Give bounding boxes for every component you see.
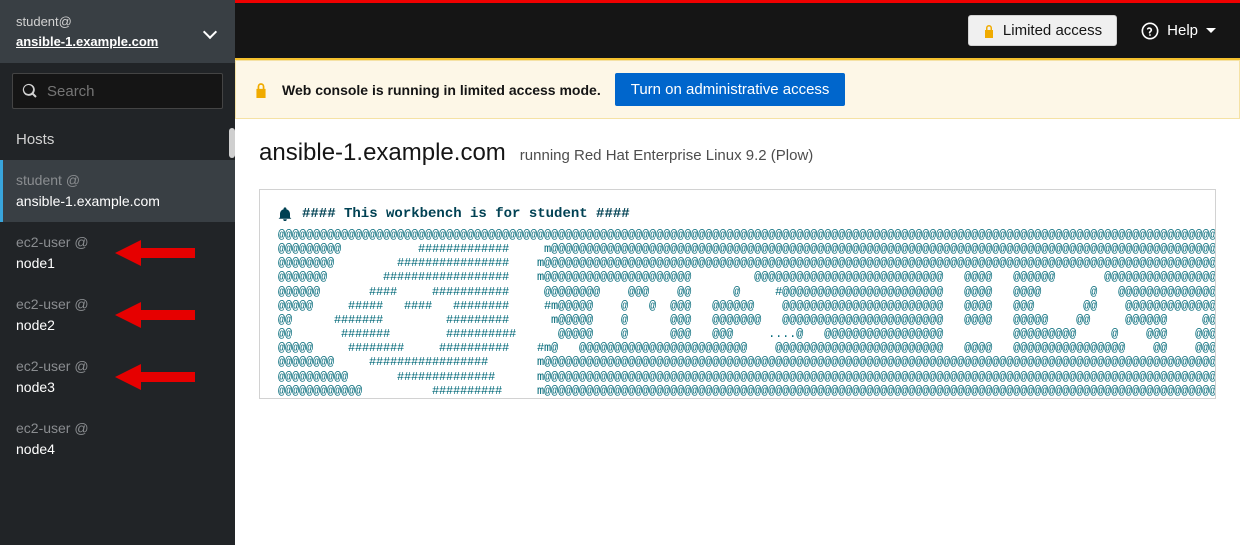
motd-panel: #### This workbench is for student #### … xyxy=(259,189,1216,399)
current-user: student@ xyxy=(16,12,158,32)
search-input[interactable] xyxy=(12,73,223,109)
sidebar: student@ ansible-1.example.com Hosts stu… xyxy=(0,0,235,545)
help-label: Help xyxy=(1167,22,1198,39)
host-item-host: node1 xyxy=(16,253,219,274)
host-item-host: node4 xyxy=(16,439,219,460)
host-item-user: ec2-user @ xyxy=(16,418,219,439)
host-item-host: node2 xyxy=(16,315,219,336)
lock-icon xyxy=(254,82,268,98)
lock-icon xyxy=(983,24,995,38)
host-item-host: node3 xyxy=(16,377,219,398)
host-item-user: ec2-user @ xyxy=(16,356,219,377)
host-item-node3[interactable]: ec2-user @ node3 xyxy=(0,346,235,408)
motd-ascii-art: @@@@@@@@@@@@@@@@@@@@@@@@@@@@@@@@@@@@@@@@… xyxy=(278,228,1197,398)
limited-access-label: Limited access xyxy=(1003,22,1102,39)
search-icon xyxy=(22,83,38,99)
turn-on-admin-button[interactable]: Turn on administrative access xyxy=(615,73,846,106)
host-item-host: ansible-1.example.com xyxy=(16,191,219,212)
current-host: ansible-1.example.com xyxy=(16,32,158,52)
host-item-user: student @ xyxy=(16,170,219,191)
page-title: ansible-1.example.com xyxy=(259,139,506,167)
hosts-section-label: Hosts xyxy=(0,119,235,160)
topbar: Limited access Help xyxy=(235,0,1240,60)
limited-access-alert: Web console is running in limited access… xyxy=(235,60,1240,119)
host-item-node4[interactable]: ec2-user @ node4 xyxy=(0,408,235,470)
caret-down-icon xyxy=(1206,28,1216,33)
chevron-down-icon xyxy=(203,24,217,38)
page-subtitle: running Red Hat Enterprise Linux 9.2 (Pl… xyxy=(520,147,813,164)
search-wrap xyxy=(0,63,235,119)
host-item-user: ec2-user @ xyxy=(16,294,219,315)
host-item-node2[interactable]: ec2-user @ node2 xyxy=(0,284,235,346)
main-area: Limited access Help Web console is runni… xyxy=(235,0,1240,545)
host-item-user: ec2-user @ xyxy=(16,232,219,253)
motd-header: #### This workbench is for student #### xyxy=(278,206,1197,222)
host-item-ansible-1[interactable]: student @ ansible-1.example.com xyxy=(0,160,235,222)
alert-text: Web console is running in limited access… xyxy=(282,82,601,98)
sidebar-header[interactable]: student@ ansible-1.example.com xyxy=(0,0,235,63)
limited-access-button[interactable]: Limited access xyxy=(968,15,1117,46)
help-menu[interactable]: Help xyxy=(1141,22,1216,40)
host-item-node1[interactable]: ec2-user @ node1 xyxy=(0,222,235,284)
current-session: student@ ansible-1.example.com xyxy=(16,12,158,51)
bell-icon xyxy=(278,207,292,221)
help-icon xyxy=(1141,22,1159,40)
motd-headline: #### This workbench is for student #### xyxy=(302,206,630,222)
page-header: ansible-1.example.com running Red Hat En… xyxy=(235,119,1240,173)
